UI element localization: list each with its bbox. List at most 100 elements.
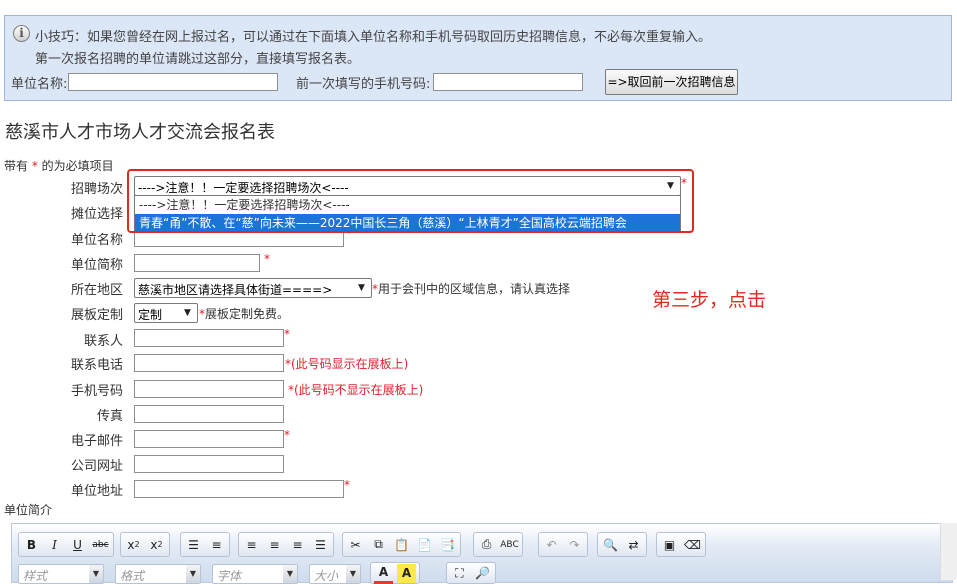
toolbar-tools: ⛶ 🔎 <box>446 562 496 584</box>
align-justify-icon[interactable]: ☰ <box>311 535 330 554</box>
mobile-input[interactable] <box>134 380 284 398</box>
toolbar-clipboard: ✂ ⧉ 📋 📄 📑 <box>342 532 461 557</box>
toolbar-find: 🔍 ⇄ <box>597 532 647 557</box>
copy-icon[interactable]: ⧉ <box>369 535 388 554</box>
email-required: * <box>284 428 290 442</box>
required-note-prefix: 带有 <box>4 159 29 173</box>
chevron-down-icon: ▼ <box>283 565 297 583</box>
address-input[interactable] <box>134 480 344 498</box>
toolbar-select: ▣ ⌫ <box>656 532 706 557</box>
fax-label: 传真 <box>96 409 123 424</box>
email-input[interactable] <box>134 430 284 448</box>
step-annotation: 第三步，点击 <box>652 289 767 311</box>
page-title: 慈溪市人才市场人才交流会报名表 <box>5 122 275 143</box>
booth-label: 摊位选择 <box>70 207 123 222</box>
select-all-icon[interactable]: ▣ <box>660 535 679 554</box>
numbered-list-icon[interactable]: ☰ <box>184 535 203 554</box>
tip-company-input[interactable] <box>68 73 278 91</box>
text-color-icon[interactable]: A <box>374 562 393 584</box>
fetch-history-button[interactable]: =>取回前一次招聘信息 <box>605 69 738 95</box>
website-label: 公司网址 <box>70 459 123 474</box>
bold-icon[interactable]: B <box>22 535 41 554</box>
paste-word-icon[interactable]: 📑 <box>438 535 457 554</box>
board-note: *展板定制免费。 <box>199 305 289 322</box>
align-left-icon[interactable]: ≡ <box>242 535 261 554</box>
board-label: 展板定制 <box>70 308 123 323</box>
align-center-icon[interactable]: ≡ <box>265 535 284 554</box>
board-select-value: 定制 <box>138 308 163 322</box>
region-label: 所在地区 <box>70 283 123 298</box>
region-note-text: 用于会刊中的区域信息，请认真选择 <box>378 282 571 296</box>
tip-phone-input[interactable] <box>433 73 583 91</box>
toolbar-print: ⎙ ABC <box>473 532 523 557</box>
tel-note-text: (此号码显示在展板上) <box>291 357 409 371</box>
region-select[interactable]: 慈溪市地区请选择具体街道====> ▼ <box>134 278 372 298</box>
toolbar-history: ↶ ↷ <box>538 532 588 557</box>
address-label: 单位地址 <box>70 484 123 499</box>
chevron-down-icon: ▼ <box>89 565 103 583</box>
underline-icon[interactable]: U <box>68 535 87 554</box>
remove-format-icon[interactable]: ⌫ <box>683 535 702 554</box>
mobile-note: *(此号码不显示在展板上) <box>288 381 423 398</box>
toolbar-lists: ☰ ≡ <box>180 532 230 557</box>
short-name-required: * <box>264 252 270 266</box>
fax-input[interactable] <box>134 405 284 423</box>
bulleted-list-icon[interactable]: ≡ <box>207 535 226 554</box>
superscript-icon[interactable]: x2 <box>147 535 166 554</box>
toolbar-text-format: B I U abc <box>18 532 114 557</box>
subscript-icon[interactable]: x2 <box>124 535 143 554</box>
undo-icon[interactable]: ↶ <box>542 535 561 554</box>
chevron-down-icon: ▼ <box>184 308 191 318</box>
short-name-input[interactable] <box>134 254 260 272</box>
format-combo[interactable]: 格式 ▼ <box>115 564 201 584</box>
contact-input[interactable] <box>134 329 284 347</box>
font-combo[interactable]: 字体 ▼ <box>212 564 298 584</box>
italic-icon[interactable]: I <box>45 535 64 554</box>
tel-note: *(此号码显示在展板上) <box>285 355 408 372</box>
paste-text-icon[interactable]: 📄 <box>415 535 434 554</box>
session-label: 招聘场次 <box>70 182 123 197</box>
toolbar-align: ≡ ≡ ≡ ☰ <box>238 532 334 557</box>
board-note-text: 展板定制免费。 <box>205 307 290 321</box>
required-star: * <box>31 159 38 173</box>
tip-company-label: 单位名称: <box>11 77 68 92</box>
email-label: 电子邮件 <box>70 434 123 449</box>
address-required: * <box>344 478 350 492</box>
spellcheck-icon[interactable]: ABC <box>500 535 519 554</box>
board-select[interactable]: 定制 ▼ <box>134 303 198 323</box>
size-combo-label: 大小 <box>314 569 339 583</box>
company-name-label: 单位名称 <box>70 233 123 248</box>
toolbar-script: x2 x2 <box>120 532 170 557</box>
find-icon[interactable]: 🔍 <box>601 535 620 554</box>
align-right-icon[interactable]: ≡ <box>288 535 307 554</box>
font-combo-label: 字体 <box>217 569 242 583</box>
region-select-value: 慈溪市地区请选择具体街道====> <box>138 283 333 297</box>
cut-icon[interactable]: ✂ <box>346 535 365 554</box>
style-combo[interactable]: 样式 ▼ <box>18 564 104 584</box>
strikethrough-icon[interactable]: abc <box>91 535 110 554</box>
print-icon[interactable]: ⎙ <box>477 535 496 554</box>
format-combo-label: 格式 <box>120 569 145 583</box>
redo-icon[interactable]: ↷ <box>565 535 584 554</box>
tel-input[interactable] <box>134 354 284 372</box>
chevron-down-icon: ▼ <box>346 565 360 583</box>
website-input[interactable] <box>134 455 284 473</box>
replace-icon[interactable]: ⇄ <box>624 535 643 554</box>
style-combo-label: 样式 <box>23 569 48 583</box>
paste-icon[interactable]: 📋 <box>392 535 411 554</box>
required-note-suffix: 的为必填项目 <box>41 159 114 173</box>
short-name-label: 单位简称 <box>70 258 123 273</box>
mobile-label: 手机号码 <box>70 384 123 399</box>
tip-line-1: 小技巧：如果您曾经在网上报过名，可以通过在下面填入单位名称和手机号码取回历史招聘… <box>35 30 712 45</box>
info-icon: i <box>13 25 30 42</box>
page-scrollbar[interactable] <box>940 523 957 580</box>
chevron-down-icon: ▼ <box>358 283 365 293</box>
highlight-frame <box>127 169 694 233</box>
toolbar-colors: A A <box>370 562 420 584</box>
required-note: 带有 * 的为必填项目 <box>4 157 114 174</box>
tel-label: 联系电话 <box>70 358 123 373</box>
size-combo[interactable]: 大小 ▼ <box>309 564 361 584</box>
contact-label: 联系人 <box>83 334 123 349</box>
chevron-down-icon: ▼ <box>186 565 200 583</box>
contact-required: * <box>284 327 290 341</box>
